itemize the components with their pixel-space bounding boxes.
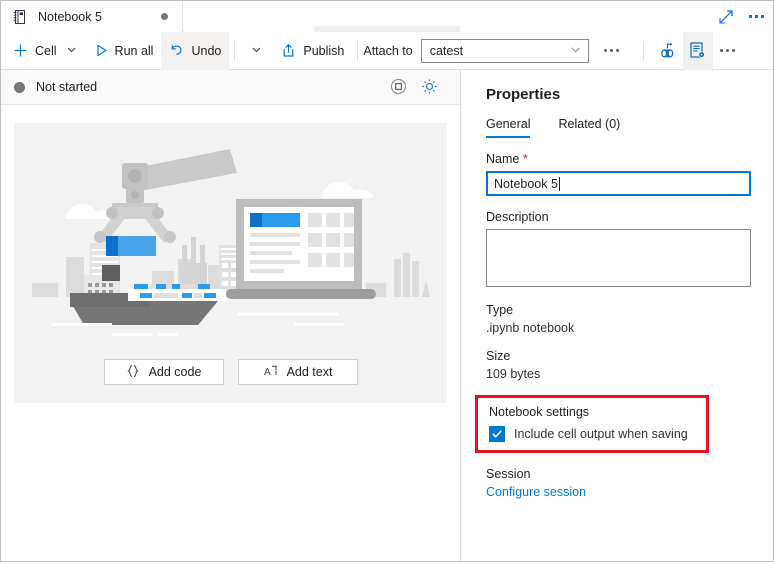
expand-diagonal-icon[interactable] bbox=[711, 3, 741, 31]
chevron-down-icon bbox=[64, 44, 79, 58]
toolbar-divider bbox=[234, 40, 236, 61]
add-code-label: Add code bbox=[148, 365, 202, 379]
svg-text:A: A bbox=[264, 367, 271, 378]
crane bbox=[93, 149, 237, 256]
variable-explorer-button[interactable] bbox=[653, 32, 683, 70]
tree-shape bbox=[421, 281, 430, 297]
attach-to-value: catest bbox=[429, 43, 464, 58]
unsaved-dot-icon bbox=[161, 13, 168, 20]
stop-session-icon bbox=[390, 78, 407, 94]
add-code-button[interactable]: Add code bbox=[103, 359, 224, 385]
more-horizontal-icon bbox=[604, 49, 620, 52]
required-asterisk: * bbox=[522, 152, 528, 166]
notebook-main-area: Not started Add code A Add text bbox=[1, 70, 461, 561]
add-cell-label: Cell bbox=[35, 43, 57, 58]
name-input-value: Notebook 5 bbox=[494, 176, 558, 191]
name-label-text: Name bbox=[486, 152, 520, 166]
undo-label: Undo bbox=[191, 43, 222, 58]
code-braces-icon bbox=[126, 364, 140, 381]
add-cell-button[interactable]: Cell bbox=[1, 32, 87, 70]
name-field-label: Name * bbox=[486, 152, 749, 166]
properties-panel: Properties General Related (0) Name * No… bbox=[462, 70, 773, 561]
text-caret bbox=[558, 176, 560, 191]
session-label: Session bbox=[486, 467, 531, 481]
publish-upload-icon bbox=[281, 43, 296, 58]
panel-more-options-button[interactable] bbox=[713, 32, 743, 70]
properties-panel-title: Properties bbox=[486, 86, 561, 103]
notebook-icon bbox=[12, 9, 28, 25]
notebook-editor-window: Notebook 5 Cell Run all Undo Publish Att… bbox=[0, 0, 774, 562]
variable-explorer-icon bbox=[661, 42, 674, 58]
add-cell-actions: Add code A Add text bbox=[14, 359, 447, 385]
type-value: .ipynb notebook bbox=[486, 321, 575, 335]
chevron-down-icon bbox=[569, 43, 582, 59]
configure-session-link[interactable]: Configure session bbox=[486, 485, 749, 499]
type-label: Type bbox=[486, 303, 514, 317]
toolbar-more-options-button[interactable] bbox=[597, 32, 627, 70]
tab-strip-empty-area bbox=[184, 1, 773, 32]
description-field-label: Description bbox=[486, 210, 549, 224]
name-input[interactable]: Notebook 5 bbox=[486, 171, 751, 196]
command-bar: Cell Run all Undo Publish Attach to cate… bbox=[1, 31, 773, 70]
include-cell-output-checkbox[interactable] bbox=[489, 426, 505, 442]
run-all-label: Run all bbox=[114, 43, 154, 58]
stop-session-button[interactable] bbox=[390, 78, 407, 98]
properties-panel-button[interactable] bbox=[682, 31, 713, 70]
notebook-empty-illustration bbox=[22, 133, 440, 346]
plus-icon bbox=[13, 43, 28, 58]
size-label: Size bbox=[486, 349, 511, 363]
tab-general[interactable]: General bbox=[486, 117, 531, 138]
publish-button[interactable]: Publish bbox=[273, 32, 352, 70]
publish-label: Publish bbox=[303, 43, 345, 58]
add-text-label: Add text bbox=[286, 365, 333, 379]
description-input[interactable] bbox=[486, 229, 751, 287]
properties-gear-document-icon bbox=[690, 42, 705, 58]
status-text: Not started bbox=[36, 80, 98, 94]
laptop bbox=[225, 199, 376, 299]
tab-more-options-icon[interactable] bbox=[741, 3, 771, 31]
tab-related[interactable]: Related (0) bbox=[558, 117, 620, 138]
status-indicator-dot bbox=[14, 81, 25, 93]
attach-to-select[interactable]: catest bbox=[420, 38, 589, 63]
play-icon bbox=[95, 44, 108, 57]
run-all-button[interactable]: Run all bbox=[87, 32, 162, 70]
include-cell-output-label: Include cell output when saving bbox=[514, 427, 688, 441]
undo-button[interactable]: Undo bbox=[161, 31, 230, 70]
status-bar-actions bbox=[390, 70, 438, 105]
more-horizontal-icon bbox=[748, 15, 764, 18]
attach-to-label: Attach to bbox=[363, 43, 413, 58]
checkmark-icon bbox=[492, 430, 502, 438]
add-text-button[interactable]: A Add text bbox=[237, 359, 358, 385]
size-value: 109 bytes bbox=[486, 367, 541, 381]
notebook-settings-highlight-box: Notebook settings Include cell output wh… bbox=[475, 395, 709, 453]
chevron-down-icon bbox=[249, 44, 264, 58]
tab-notebook-5[interactable]: Notebook 5 bbox=[1, 1, 183, 32]
session-status-bar: Not started bbox=[1, 70, 460, 105]
notebook-settings-label: Notebook settings bbox=[489, 405, 590, 419]
undo-dropdown-button[interactable] bbox=[240, 32, 273, 70]
empty-notebook-canvas: Add code A Add text bbox=[14, 123, 447, 403]
include-cell-output-row[interactable]: Include cell output when saving bbox=[489, 426, 696, 442]
text-box-icon: A bbox=[263, 364, 278, 381]
undo-arrow-icon bbox=[169, 43, 184, 58]
tab-strip: Notebook 5 bbox=[1, 1, 773, 32]
properties-tabs: General Related (0) bbox=[486, 117, 749, 138]
tab-label: Notebook 5 bbox=[38, 9, 102, 24]
toolbar-divider bbox=[357, 40, 359, 61]
tab-strip-actions bbox=[711, 1, 771, 32]
more-horizontal-icon bbox=[720, 49, 736, 52]
session-settings-button[interactable] bbox=[421, 78, 438, 98]
gear-icon bbox=[422, 78, 437, 94]
toolbar-divider bbox=[642, 40, 644, 61]
